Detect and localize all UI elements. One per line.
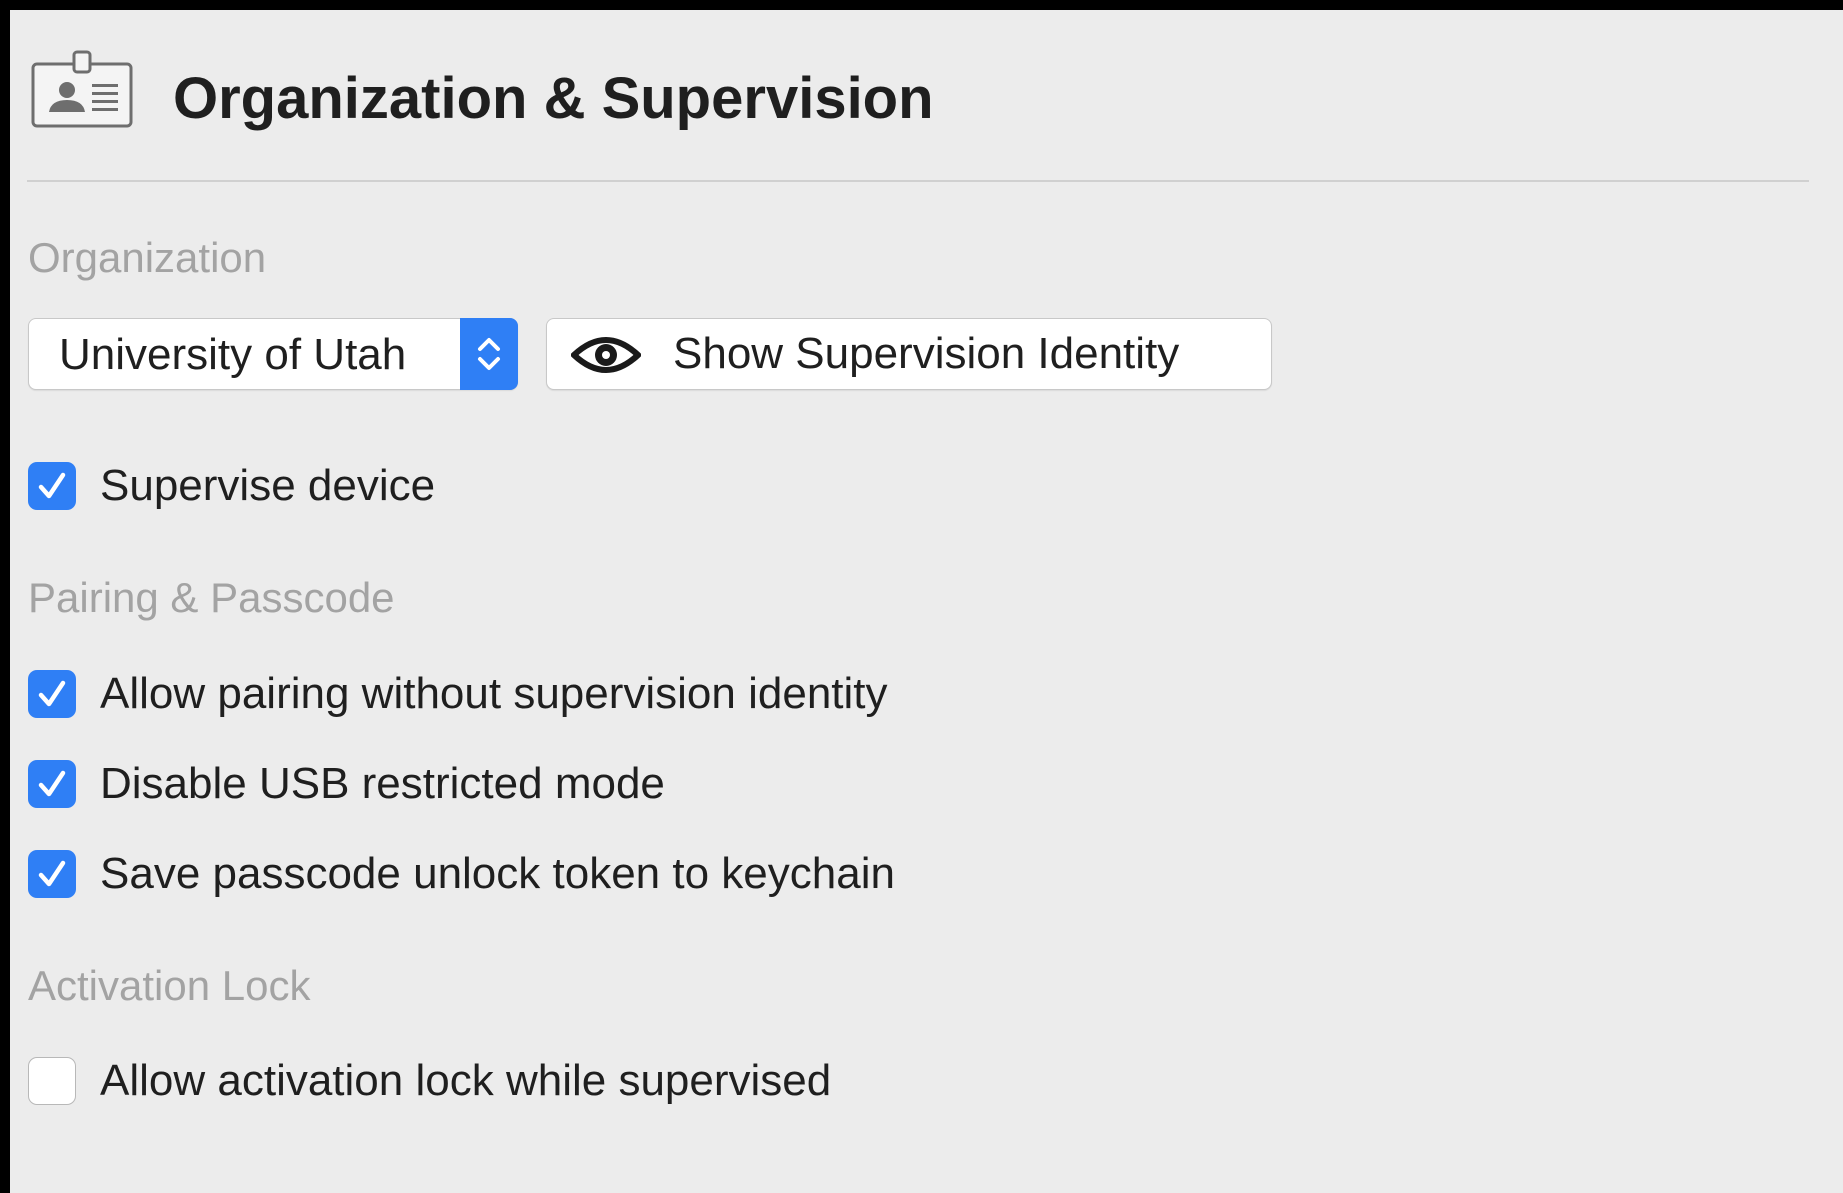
panel-header: Organization & Supervision — [10, 10, 1843, 180]
checkmark-icon — [38, 680, 66, 707]
supervise-device-label: Supervise device — [100, 461, 436, 510]
organization-popup-value: University of Utah — [59, 330, 407, 379]
show-supervision-identity-button[interactable]: Show Supervision Identity — [546, 318, 1272, 390]
checkmark-icon — [38, 860, 66, 887]
allow-activation-lock-checkbox[interactable] — [28, 1057, 76, 1105]
save-passcode-token-checkbox[interactable] — [28, 850, 76, 898]
supervise-device-checkbox[interactable] — [28, 462, 76, 510]
save-passcode-token-label: Save passcode unlock token to keychain — [100, 849, 895, 898]
allow-pairing-label: Allow pairing without supervision identi… — [100, 669, 888, 718]
disable-usb-restricted-checkbox[interactable] — [28, 760, 76, 808]
disable-usb-restricted-label: Disable USB restricted mode — [100, 759, 665, 808]
allow-activation-lock-label: Allow activation lock while supervised — [100, 1056, 832, 1105]
section-label-pairing-passcode: Pairing & Passcode — [28, 574, 395, 621]
checkmark-icon — [38, 770, 66, 797]
section-label-activation-lock: Activation Lock — [28, 962, 311, 1009]
organization-popup[interactable]: University of Utah — [28, 318, 518, 390]
popup-stepper[interactable] — [460, 318, 518, 390]
chevron-up-down-icon — [478, 338, 500, 370]
show-supervision-identity-label: Show Supervision Identity — [673, 329, 1180, 378]
allow-pairing-checkbox[interactable] — [28, 670, 76, 718]
header-divider — [27, 180, 1809, 182]
checkmark-icon — [38, 472, 66, 499]
organization-supervision-panel: Organization & Supervision Organization … — [10, 10, 1843, 1193]
page-title: Organization & Supervision — [173, 66, 934, 131]
id-card-icon — [31, 50, 133, 128]
eye-icon — [571, 337, 641, 373]
section-label-organization: Organization — [28, 234, 267, 281]
